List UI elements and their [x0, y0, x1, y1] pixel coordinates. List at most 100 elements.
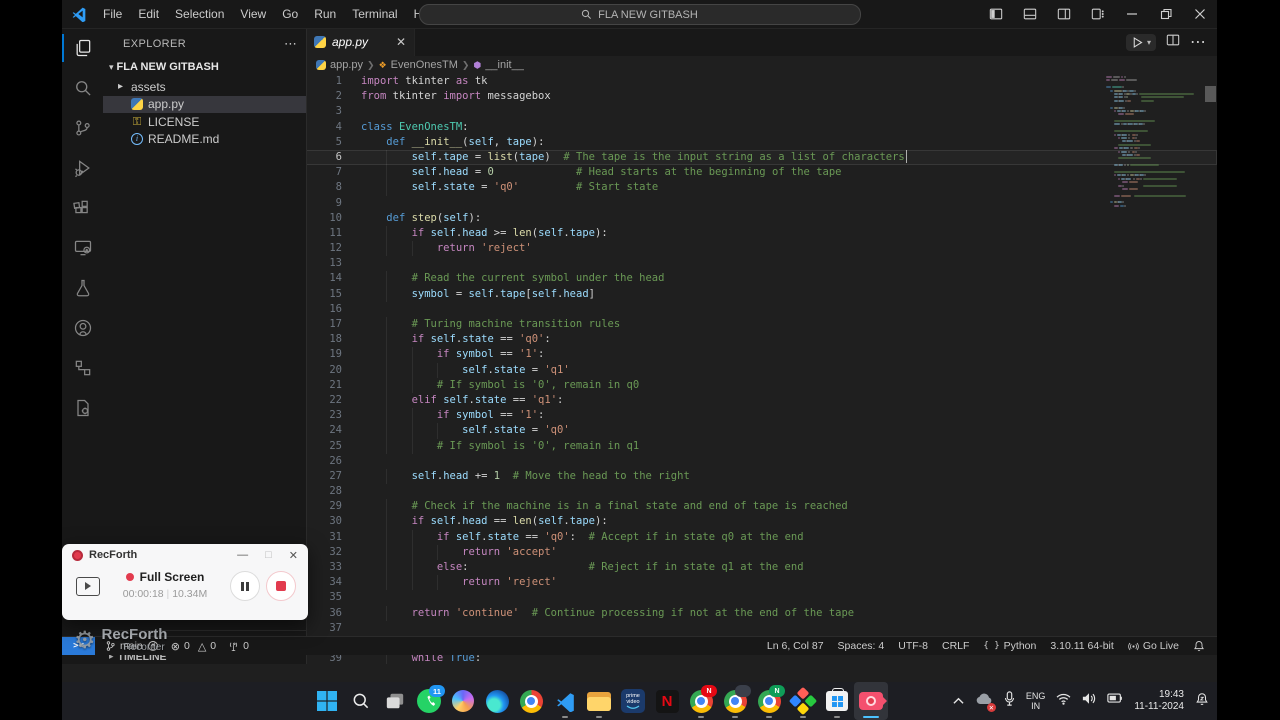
code-line[interactable]: 25 # If symbol is '0', remain in q1: [306, 439, 1217, 454]
breadcrumb-class[interactable]: EvenOnesTM: [391, 59, 458, 71]
clock[interactable]: 19:4311-11-2024: [1134, 689, 1184, 713]
menu-terminal[interactable]: Terminal: [344, 7, 405, 21]
run-python-file-button[interactable]: ▾: [1126, 34, 1156, 51]
taskbar-search-button[interactable]: [344, 682, 378, 720]
code-line[interactable]: 16: [306, 302, 1217, 317]
menu-edit[interactable]: Edit: [130, 7, 167, 21]
remote-explorer-icon[interactable]: [62, 228, 103, 268]
code-line[interactable]: 3: [306, 104, 1217, 119]
chrome-profile2-button[interactable]: [718, 682, 752, 720]
problems-status[interactable]: ⊗0 △0: [171, 640, 216, 653]
code-line[interactable]: 18 if self.state == 'q0':: [306, 332, 1217, 347]
battery-tray-icon[interactable]: [1107, 692, 1123, 710]
recforth-titlebar[interactable]: RecForth — □ ✕: [62, 544, 308, 566]
menu-selection[interactable]: Selection: [167, 7, 232, 21]
ports-status[interactable]: 0: [228, 640, 249, 652]
menu-file[interactable]: File: [95, 7, 130, 21]
github-icon[interactable]: [62, 308, 103, 348]
recforth-maximize-icon[interactable]: □: [265, 549, 272, 561]
code-line[interactable]: 37: [306, 621, 1217, 636]
code-line[interactable]: 36 return 'continue' # Continue processi…: [306, 606, 1217, 621]
code-line[interactable]: 11 if self.head >= len(self.tape):: [306, 226, 1217, 241]
explorer-icon[interactable]: [62, 28, 103, 68]
prime-video-button[interactable]: primevideo: [616, 682, 650, 720]
microsoft-store-button[interactable]: [820, 682, 854, 720]
vscode-taskbar-button[interactable]: [548, 682, 582, 720]
code-line[interactable]: 5 def __init__(self, tape):: [306, 135, 1217, 150]
code-line[interactable]: 4class EvenOnesTM:: [306, 120, 1217, 135]
code-line[interactable]: 14 # Read the current symbol under the h…: [306, 271, 1217, 286]
edge-button[interactable]: [480, 682, 514, 720]
code-line[interactable]: 20 self.state = 'q1': [306, 363, 1217, 378]
code-line[interactable]: 33 else: # Reject if in state q1 at the …: [306, 560, 1217, 575]
notification-center-bell-icon[interactable]: [1195, 692, 1209, 711]
eol-sequence[interactable]: CRLF: [942, 640, 969, 652]
sidebar-item-assets[interactable]: ▸ assets: [103, 78, 306, 96]
code-line[interactable]: 26: [306, 454, 1217, 469]
toggle-panel-icon[interactable]: [1013, 0, 1047, 28]
references-icon[interactable]: [62, 348, 103, 388]
chrome-button[interactable]: [514, 682, 548, 720]
customize-layout-icon[interactable]: [1081, 0, 1115, 28]
search-sidebar-icon[interactable]: [62, 68, 103, 108]
code-line[interactable]: 6 self.tape = list(tape) # The tape is t…: [306, 150, 1217, 165]
run-dropdown-icon[interactable]: ▾: [1147, 38, 1151, 47]
config-file-icon[interactable]: [62, 388, 103, 428]
language-indicator[interactable]: ENGIN: [1026, 691, 1046, 711]
code-line[interactable]: 2from tkinter import messagebox: [306, 89, 1217, 104]
chrome-profile1-button[interactable]: N: [684, 682, 718, 720]
window-minimize-icon[interactable]: [1115, 0, 1149, 28]
breadcrumb-file[interactable]: app.py: [330, 59, 363, 71]
command-center-search[interactable]: FLA NEW GITBASH: [419, 4, 861, 25]
menu-view[interactable]: View: [232, 7, 274, 21]
scrollbar-thumb[interactable]: [1205, 86, 1216, 102]
code-line[interactable]: 28: [306, 484, 1217, 499]
task-view-button[interactable]: [378, 682, 412, 720]
code-line[interactable]: 32 return 'accept': [306, 545, 1217, 560]
start-button[interactable]: [310, 682, 344, 720]
code-line[interactable]: 22 elif self.state == 'q1':: [306, 393, 1217, 408]
split-editor-icon[interactable]: [1166, 33, 1180, 52]
run-debug-icon[interactable]: [62, 148, 103, 188]
code-line[interactable]: 13: [306, 256, 1217, 271]
code-line[interactable]: 10 def step(self):: [306, 211, 1217, 226]
recforth-minimize-icon[interactable]: —: [237, 549, 248, 561]
code-line[interactable]: 24 self.state = 'q0': [306, 423, 1217, 438]
editor-more-actions-icon[interactable]: ⋯: [1190, 32, 1207, 52]
window-close-icon[interactable]: [1183, 0, 1217, 28]
breadcrumb-symbol[interactable]: __init__: [485, 59, 524, 71]
office-suite-button[interactable]: [786, 682, 820, 720]
recforth-window[interactable]: RecForth — □ ✕ Full Screen 00:00:18 | 10…: [62, 544, 308, 620]
go-live-button[interactable]: Go Live: [1128, 640, 1179, 652]
sidebar-item-license[interactable]: ⚿ LICENSE: [103, 113, 306, 131]
cursor-position[interactable]: Ln 6, Col 87: [767, 640, 824, 652]
toggle-primary-sidebar-icon[interactable]: [979, 0, 1013, 28]
onedrive-paused-icon[interactable]: ✕: [975, 692, 993, 710]
code-line[interactable]: 15 symbol = self.tape[self.head]: [306, 287, 1217, 302]
workspace-root-folder[interactable]: ▾ FLA NEW GITBASH: [103, 56, 306, 78]
code-editor[interactable]: 1import tkinter as tk2from tkinter impor…: [306, 74, 1217, 664]
whatsapp-button[interactable]: 11: [412, 682, 446, 720]
code-line[interactable]: 34 return 'reject': [306, 575, 1217, 590]
code-line[interactable]: 1import tkinter as tk: [306, 74, 1217, 89]
wifi-tray-icon[interactable]: [1056, 692, 1071, 710]
sidebar-item-readme[interactable]: i README.md: [103, 131, 306, 149]
encoding[interactable]: UTF-8: [898, 640, 928, 652]
tab-app-py[interactable]: app.py ✕: [306, 28, 415, 56]
window-restore-icon[interactable]: [1149, 0, 1183, 28]
code-line[interactable]: 9: [306, 196, 1217, 211]
code-line[interactable]: 21 # If symbol is '0', remain in q0: [306, 378, 1217, 393]
tray-show-hidden-icons[interactable]: [953, 692, 964, 710]
menu-run[interactable]: Run: [306, 7, 344, 21]
pause-recording-button[interactable]: [230, 571, 260, 601]
code-line[interactable]: 23 if symbol == '1':: [306, 408, 1217, 423]
source-control-icon[interactable]: [62, 108, 103, 148]
copilot-button[interactable]: [446, 682, 480, 720]
tab-close-icon[interactable]: ✕: [396, 35, 406, 49]
code-line[interactable]: 17 # Turing machine transition rules: [306, 317, 1217, 332]
sidebar-item-app-py[interactable]: app.py: [103, 96, 306, 114]
volume-tray-icon[interactable]: [1082, 692, 1096, 710]
code-line[interactable]: 29 # Check if the machine is in a final …: [306, 499, 1217, 514]
code-line[interactable]: 7 self.head = 0 # Head starts at the beg…: [306, 165, 1217, 180]
python-interpreter[interactable]: 3.10.11 64-bit: [1050, 640, 1113, 652]
